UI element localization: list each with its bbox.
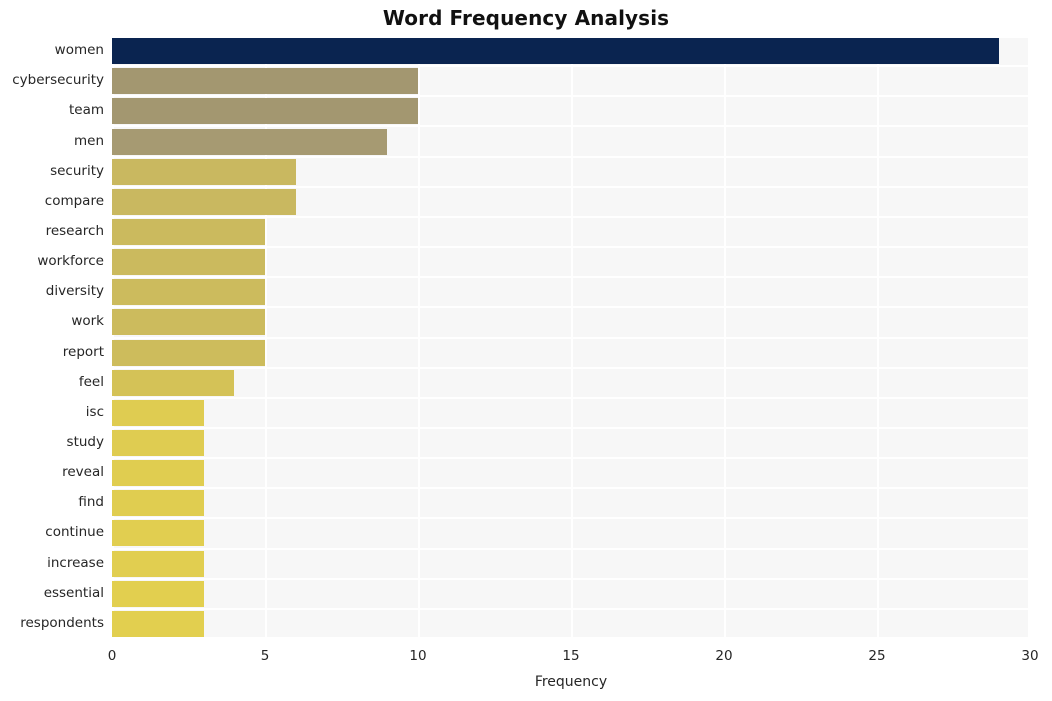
bar (112, 430, 204, 457)
y-axis-tick-label: cybersecurity (12, 72, 104, 89)
bar (112, 550, 204, 577)
gridline-horizontal (112, 155, 1030, 158)
x-axis-label: Frequency (534, 674, 608, 690)
bar (112, 490, 204, 517)
bar (112, 610, 204, 637)
gridline-horizontal (112, 487, 1030, 490)
gridline-horizontal (112, 95, 1030, 98)
x-axis: 0 5 10 15 20 25 30 (108, 639, 1039, 669)
gridline-horizontal (112, 65, 1030, 68)
bar (112, 460, 204, 487)
gridline-horizontal (112, 185, 1030, 188)
bar (112, 520, 204, 547)
y-axis-tick-label: find (78, 494, 104, 511)
y-axis-tick-label: increase (47, 554, 104, 571)
gridline-horizontal (112, 215, 1030, 218)
y-axis-tick-label: security (50, 162, 104, 179)
bar (112, 38, 1000, 65)
plot-area (112, 36, 1030, 639)
y-axis-tick-label: research (45, 222, 104, 239)
bar (112, 399, 204, 426)
x-axis-tick-label: 0 (107, 648, 117, 664)
bar (112, 218, 265, 245)
y-axis-tick-label: men (73, 132, 104, 149)
y-axis-tick-label: team (68, 102, 104, 119)
y-axis: women cybersecurity team men security compare… (0, 36, 104, 639)
y-axis-tick-label: respondents (20, 614, 104, 631)
bar (112, 98, 418, 125)
y-axis-tick-label: isc (85, 403, 104, 420)
bar (112, 128, 388, 155)
chart-figure: Word Frequency Analysis women cybersecuri… (0, 0, 1052, 701)
y-axis-tick-label: report (62, 343, 104, 360)
gridline-horizontal (112, 426, 1030, 429)
y-axis-tick-label: work (71, 313, 104, 330)
y-axis-tick-label: compare (44, 192, 104, 209)
gridline-horizontal (112, 276, 1030, 279)
x-axis-tick-label: 20 (715, 648, 733, 664)
gridline-horizontal (112, 246, 1030, 249)
y-axis-tick-label: diversity (45, 283, 104, 300)
x-axis-tick-label: 10 (409, 648, 427, 664)
bar (112, 68, 418, 95)
gridline-horizontal (112, 306, 1030, 309)
y-axis-tick-label: women (54, 42, 104, 59)
x-axis-tick-label: 5 (260, 648, 270, 664)
bar (112, 158, 296, 185)
gridline-horizontal (112, 577, 1030, 580)
x-axis-tick-label: 15 (562, 648, 580, 664)
gridline-horizontal (112, 125, 1030, 128)
bar (112, 369, 235, 396)
gridline-horizontal (112, 517, 1030, 520)
x-axis-tick-label: 25 (868, 648, 886, 664)
y-axis-tick-label: feel (78, 373, 104, 390)
y-axis-tick-label: essential (43, 584, 104, 601)
y-axis-tick-label: continue (45, 524, 104, 541)
gridline-horizontal (112, 457, 1030, 460)
bar (112, 580, 204, 607)
y-axis-tick-label: reveal (62, 464, 104, 481)
gridline-horizontal (112, 366, 1030, 369)
y-axis-tick-label: workforce (37, 253, 104, 270)
gridline-horizontal (112, 607, 1030, 610)
bar (112, 279, 265, 306)
bar (112, 188, 296, 215)
gridline-horizontal (112, 336, 1030, 339)
bar (112, 309, 265, 336)
gridline-horizontal (112, 396, 1030, 399)
page-title: Word Frequency Analysis (382, 6, 670, 30)
x-axis-tick-label: 30 (1021, 648, 1039, 664)
bar (112, 249, 265, 276)
gridline-horizontal (112, 547, 1030, 550)
y-axis-tick-label: study (66, 434, 104, 451)
bar (112, 339, 265, 366)
